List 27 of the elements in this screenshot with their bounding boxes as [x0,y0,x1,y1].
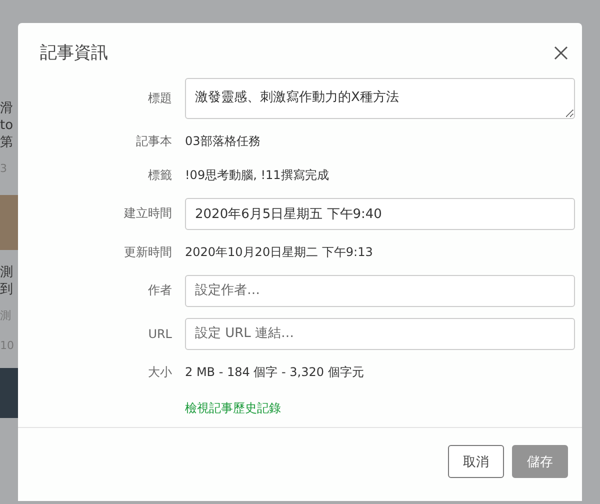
input-field[interactable]: 設定 URL 連結… [185,318,575,350]
note-title-fragment: 到 [0,281,14,298]
close-icon[interactable] [554,46,568,60]
field-label: 大小 [148,364,172,380]
field-value: 03部落格任務 [185,132,260,150]
field-value: 2 MB - 184 個字 - 3,320 個字元 [185,364,364,380]
title-field[interactable]: 激發靈感、刺激寫作動力的X種方法 [185,78,575,118]
field-label: 標題 [148,90,172,106]
history-link[interactable]: 檢視記事歷史記錄 [185,400,281,416]
field-value: !09思考動腦, !11撰寫完成 [185,166,329,184]
note-title-fragment: 滑 [0,100,14,117]
field-label: 作者 [148,282,172,299]
field-value: 2020年10月20日星期二 下午9:13 [185,244,373,260]
thumbnail-placeholder [0,368,18,418]
field-label: 建立時間 [124,205,172,222]
field-label: 標籤 [148,166,172,184]
note-title-fragment: to [0,117,14,134]
note-title-fragment: 第 [0,134,14,151]
dialog-title: 記事資訊 [40,42,108,64]
field-label: URL [148,326,172,340]
cancel-button[interactable]: 取消 [448,445,504,478]
field-label: 更新時間 [124,244,172,260]
field-label: 記事本 [136,132,172,150]
input-field[interactable]: 設定作者… [185,274,575,306]
photo-placeholder [0,195,18,250]
note-title-fragment: 測 [0,264,14,281]
input-field[interactable]: 2020年6月5日星期五 下午9:40 [185,198,575,230]
